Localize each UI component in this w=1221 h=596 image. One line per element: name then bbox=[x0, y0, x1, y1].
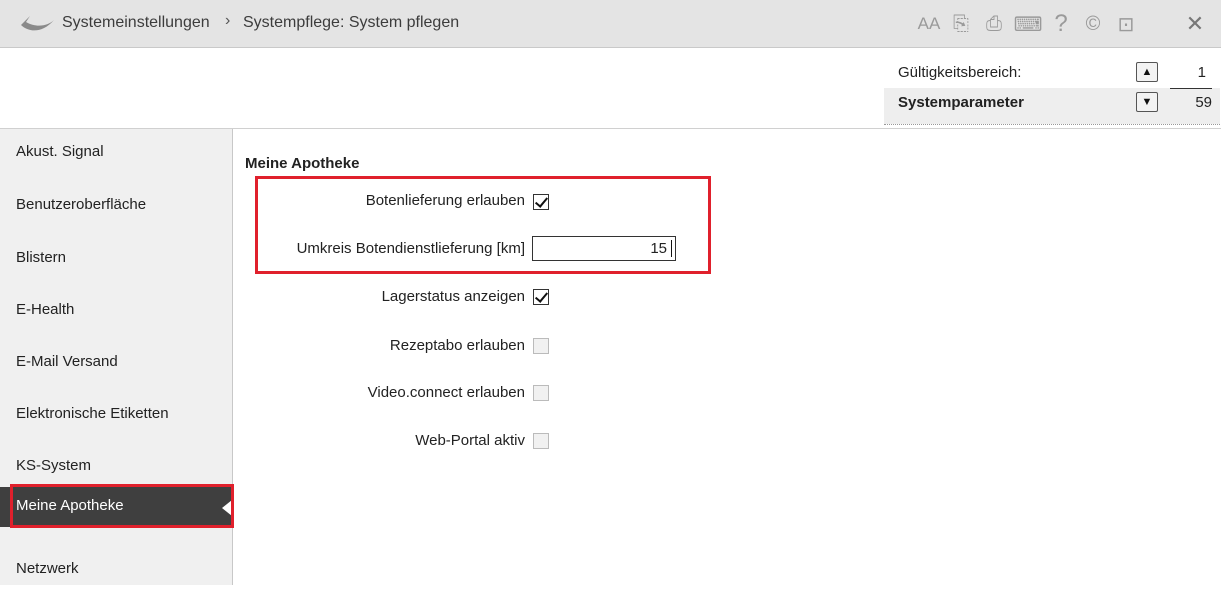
checkbox-web-portal[interactable] bbox=[533, 433, 549, 449]
scope-divider bbox=[1170, 88, 1212, 89]
breadcrumb-systemeinstellungen[interactable]: Systemeinstellungen bbox=[62, 14, 210, 32]
setting-label-video-connect: Video.connect erlauben bbox=[367, 384, 525, 401]
category-value: 59 bbox=[1195, 94, 1212, 111]
category-label: Systemparameter bbox=[898, 94, 1024, 111]
help-icon[interactable]: ? bbox=[1048, 10, 1074, 37]
setting-label-lagerstatus: Lagerstatus anzeigen bbox=[381, 288, 525, 305]
checkbox-video-connect[interactable] bbox=[533, 385, 549, 401]
header-dotted-divider bbox=[884, 124, 1220, 125]
sidebar-item-label: Blistern bbox=[16, 249, 67, 266]
scope-label: Gültigkeitsbereich: bbox=[898, 64, 1022, 81]
sidebar-item-elektronische-etiketten[interactable]: Elektronische Etiketten bbox=[0, 391, 232, 441]
sidebar-item-akust-signal[interactable]: Akust. Signal bbox=[0, 129, 232, 179]
scope-value: 1 bbox=[1197, 64, 1206, 81]
checkbox-lagerstatus[interactable] bbox=[533, 289, 549, 305]
close-icon[interactable]: ✕ bbox=[1182, 11, 1208, 37]
highlight-frame-sidebar bbox=[10, 484, 234, 528]
sidebar-item-netzwerk[interactable]: Netzwerk bbox=[0, 546, 232, 596]
print-icon[interactable]: ⎙ bbox=[981, 11, 1007, 37]
copy-document-icon[interactable]: ⎘ bbox=[948, 11, 974, 37]
sidebar-item-label: Benutzeroberfläche bbox=[16, 196, 147, 213]
title-bar: Systemeinstellungen › Systempflege: Syst… bbox=[0, 0, 1221, 48]
back-arrow-icon[interactable] bbox=[18, 12, 58, 36]
setting-label-web-portal: Web-Portal aktiv bbox=[415, 432, 525, 449]
breadcrumb-separator: › bbox=[225, 12, 231, 29]
section-title: Meine Apotheke bbox=[245, 155, 360, 172]
highlight-frame-content bbox=[255, 176, 711, 274]
sidebar-item-label: KS-System bbox=[16, 457, 92, 474]
sidebar-item-label: E-Mail Versand bbox=[16, 353, 118, 370]
setting-label-rezeptabo: Rezeptabo erlauben bbox=[389, 337, 525, 354]
checkbox-rezeptabo[interactable] bbox=[533, 338, 549, 354]
sidebar-item-label: Akust. Signal bbox=[16, 143, 104, 160]
sidebar-item-label: Elektronische Etiketten bbox=[16, 405, 169, 422]
breadcrumb-current-page: Systempflege: System pflegen bbox=[243, 14, 460, 31]
window-back-icon[interactable]: ⊡ bbox=[1113, 11, 1139, 37]
sidebar-item-e-health[interactable]: E-Health bbox=[0, 287, 232, 337]
sidebar-item-e-mail-versand[interactable]: E-Mail Versand bbox=[0, 339, 232, 389]
info-e-icon[interactable]: © bbox=[1080, 11, 1106, 37]
header-panel: Gültigkeitsbereich: ▲ 1 Systemparameter … bbox=[0, 48, 1221, 129]
sidebar-item-label: E-Health bbox=[16, 301, 75, 318]
sidebar-item-blistern[interactable]: Blistern bbox=[0, 235, 232, 285]
category-down-button[interactable]: ▼ bbox=[1136, 92, 1158, 112]
sidebar-item-label: Netzwerk bbox=[16, 560, 79, 577]
scope-up-button[interactable]: ▲ bbox=[1136, 62, 1158, 82]
sidebar-item-benutzeroberflaeche[interactable]: Benutzeroberfläche bbox=[0, 182, 232, 232]
font-size-icon[interactable]: AA bbox=[916, 11, 942, 37]
monitor-icon[interactable]: ⌨ bbox=[1014, 11, 1043, 37]
